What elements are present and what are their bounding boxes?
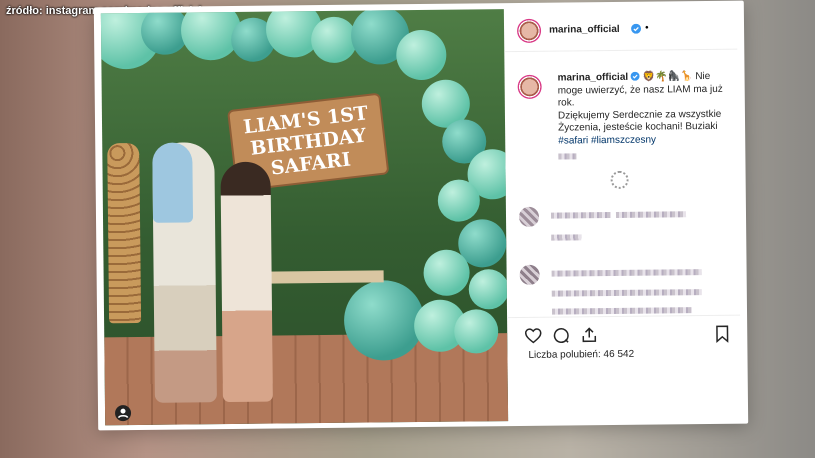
bookmark-icon[interactable] bbox=[714, 325, 730, 343]
post-photo: LIAM'S 1ST BIRTHDAY SAFARI bbox=[100, 9, 509, 426]
avatar[interactable] bbox=[516, 18, 542, 43]
caption-avatar[interactable] bbox=[517, 74, 542, 99]
post-sidebar: marina_official • marina_official 🦁🌴🦍🦒 N… bbox=[504, 6, 741, 421]
child-figure bbox=[152, 142, 194, 223]
caption-line2: Dziękujemy Serdecznie za wszystkie Życze… bbox=[557, 108, 722, 134]
loading-spinner-icon bbox=[610, 170, 629, 190]
caption-time-blurred bbox=[558, 150, 733, 164]
caption-tags[interactable]: #safari #liamszczesny bbox=[558, 134, 656, 146]
share-icon[interactable] bbox=[580, 326, 598, 344]
comment-blurred bbox=[519, 263, 731, 319]
header-username[interactable]: marina_official bbox=[549, 24, 620, 36]
post-header: marina_official • bbox=[504, 6, 738, 53]
caption: marina_official 🦁🌴🦍🦒 Nie moge uwierzyć, … bbox=[558, 71, 734, 164]
verified-badge-icon bbox=[630, 71, 640, 81]
header-dot: • bbox=[644, 22, 649, 34]
likes-label: Liczba polubień: bbox=[528, 349, 601, 361]
likes-count[interactable]: Liczba polubień: 46 542 bbox=[528, 349, 634, 361]
heart-icon[interactable] bbox=[524, 327, 542, 344]
comment-avatar bbox=[518, 206, 540, 227]
comment-icon[interactable] bbox=[552, 326, 570, 344]
caption-username[interactable]: marina_official bbox=[558, 72, 629, 84]
instagram-post-card: LIAM'S 1ST BIRTHDAY SAFARI marina_offici… bbox=[93, 0, 749, 431]
woman-figure bbox=[220, 161, 273, 403]
user-tag-icon[interactable] bbox=[114, 405, 132, 422]
verified-badge-icon bbox=[631, 23, 642, 34]
comment-avatar bbox=[519, 264, 540, 285]
party-table bbox=[253, 270, 384, 284]
comment-blurred bbox=[518, 205, 729, 243]
likes-number: 46 542 bbox=[603, 348, 635, 361]
caption-emojis: 🦁🌴🦍🦒 bbox=[642, 71, 693, 83]
giraffe-figure bbox=[107, 142, 142, 324]
